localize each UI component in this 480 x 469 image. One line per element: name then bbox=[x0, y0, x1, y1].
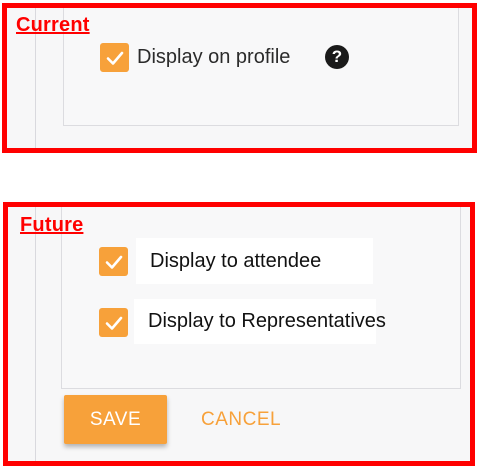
cancel-button[interactable]: CANCEL bbox=[201, 409, 281, 431]
display-to-attendee-label: Display to attendee bbox=[136, 238, 373, 284]
check-icon bbox=[105, 255, 122, 269]
question-circle-icon[interactable]: ? bbox=[325, 45, 349, 69]
display-to-attendee-checkbox[interactable] bbox=[99, 247, 128, 276]
display-to-representatives-label: Display to Representatives bbox=[134, 299, 386, 344]
check-icon bbox=[105, 316, 122, 330]
save-button[interactable]: SAVE bbox=[64, 395, 167, 444]
section-label-future: Future bbox=[20, 214, 84, 236]
divider-line bbox=[35, 207, 36, 461]
current-panel: Current Display on profile ? bbox=[2, 3, 477, 153]
future-panel: Future Display to attendee Display to Re… bbox=[3, 202, 475, 466]
settings-card bbox=[61, 207, 461, 389]
display-on-profile-checkbox[interactable] bbox=[100, 43, 129, 72]
section-label-current: Current bbox=[16, 14, 90, 36]
display-to-representatives-checkbox[interactable] bbox=[99, 308, 128, 337]
display-on-profile-label: Display on profile bbox=[137, 46, 291, 68]
check-icon bbox=[106, 51, 123, 65]
